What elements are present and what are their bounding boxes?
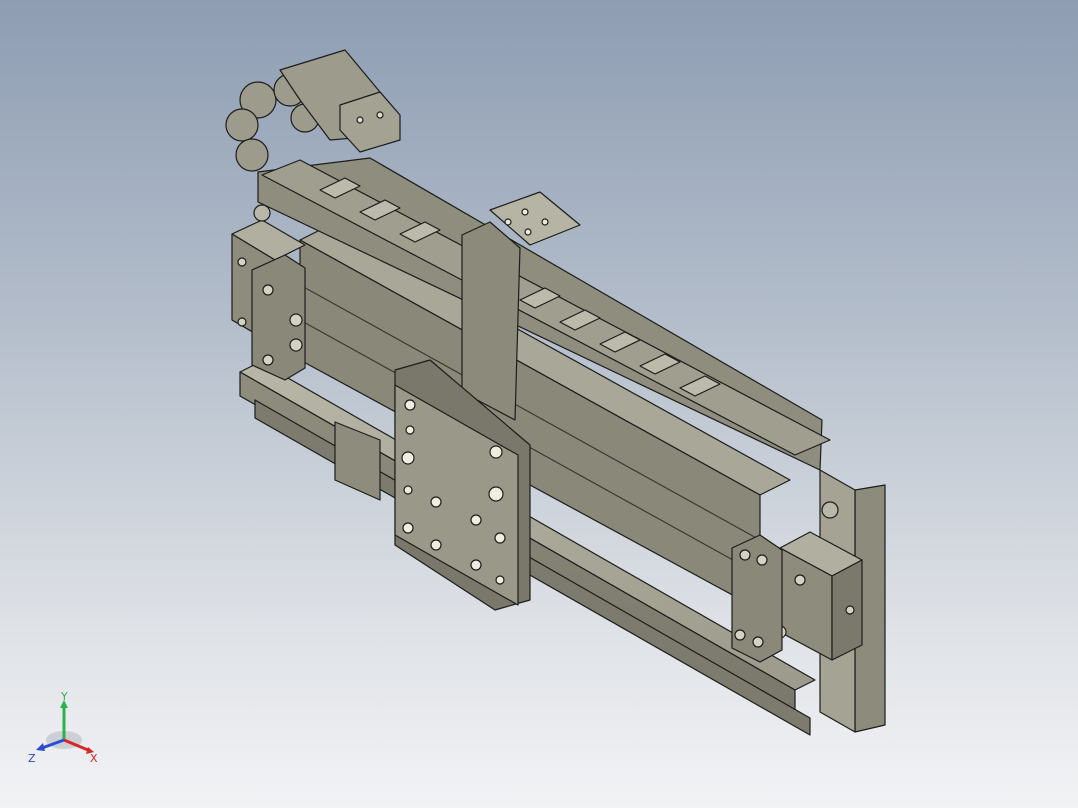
z-axis-label: Z [28,752,36,765]
l-bracket-upright [461,221,521,421]
3d-model-view[interactable] [0,0,1078,808]
axis-triad: Y X Z [28,692,98,765]
air-fitting-right [821,501,839,519]
cad-viewport[interactable]: Y X Z [0,0,1078,808]
x-axis-label: X [90,752,98,765]
air-fitting-left [253,204,271,222]
y-axis-label: Y [60,692,68,703]
